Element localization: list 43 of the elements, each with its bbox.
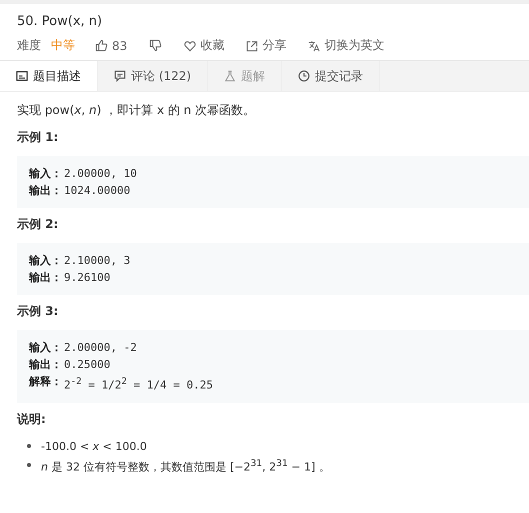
favorite-button[interactable]: 收藏 <box>184 37 224 54</box>
tab[interactable]: 评论 (122) <box>98 61 208 91</box>
heart-icon <box>184 40 196 52</box>
comment-icon <box>114 70 126 82</box>
example-label: 输出： <box>29 183 62 199</box>
tab[interactable]: 提交记录 <box>282 61 380 91</box>
note-text: -100.0 < x < 100.0 <box>41 438 147 455</box>
flask-icon <box>224 70 236 82</box>
problem-description: 实现 pow(x, n) ，即计算 x 的 n 次幂函数。 <box>17 102 256 119</box>
example-value: 1024.00000 <box>64 183 130 199</box>
example-label: 输入： <box>29 253 62 269</box>
notes-heading: 说明: <box>17 410 47 428</box>
example-label: 输入： <box>29 340 62 356</box>
example-label: 输入： <box>29 166 62 182</box>
like-button[interactable]: 83 <box>95 38 128 52</box>
example-heading: 示例 3: <box>17 303 60 320</box>
difficulty-value: 中等 <box>51 37 75 54</box>
note-text: n 是 32 位有符号整数，其数值范围是 [−2$^{31}$, 2$^{31}$ − 1] 。 <box>41 456 330 476</box>
bullet-icon <box>27 462 31 467</box>
example-value: 2$^{-2}$ = 1/2$^{2}$ = 1/4 = 0.25 <box>64 375 214 394</box>
example-value: 0.25000 <box>64 357 110 373</box>
document-icon <box>16 70 28 82</box>
switch-language-button[interactable]: 切换为英文 <box>308 37 384 54</box>
example-label: 解释： <box>29 374 62 390</box>
example-value: 2.10000, 3 <box>64 253 130 269</box>
example-value: 2.00000, -2 <box>64 340 137 356</box>
thumbs-down-icon <box>149 39 162 52</box>
translate-icon <box>308 40 320 52</box>
share-button[interactable]: 分享 <box>246 37 286 54</box>
example-value: 9.26100 <box>64 270 110 286</box>
example-heading: 示例 2: <box>17 216 60 233</box>
example-heading: 示例 1: <box>17 129 60 146</box>
example-label: 输出： <box>29 270 62 286</box>
example-label: 输出： <box>29 357 62 373</box>
problem-title: 50. Pow(x, n) <box>17 14 104 29</box>
bullet-icon <box>27 444 31 448</box>
share-icon <box>246 40 258 52</box>
example-value: 2.00000, 10 <box>64 166 137 182</box>
thumbs-up-icon <box>95 39 108 52</box>
difficulty-label: 难度 <box>17 37 41 54</box>
clock-icon <box>298 70 310 82</box>
dislike-button[interactable] <box>149 39 162 52</box>
tab[interactable]: 题目描述 <box>0 61 98 91</box>
